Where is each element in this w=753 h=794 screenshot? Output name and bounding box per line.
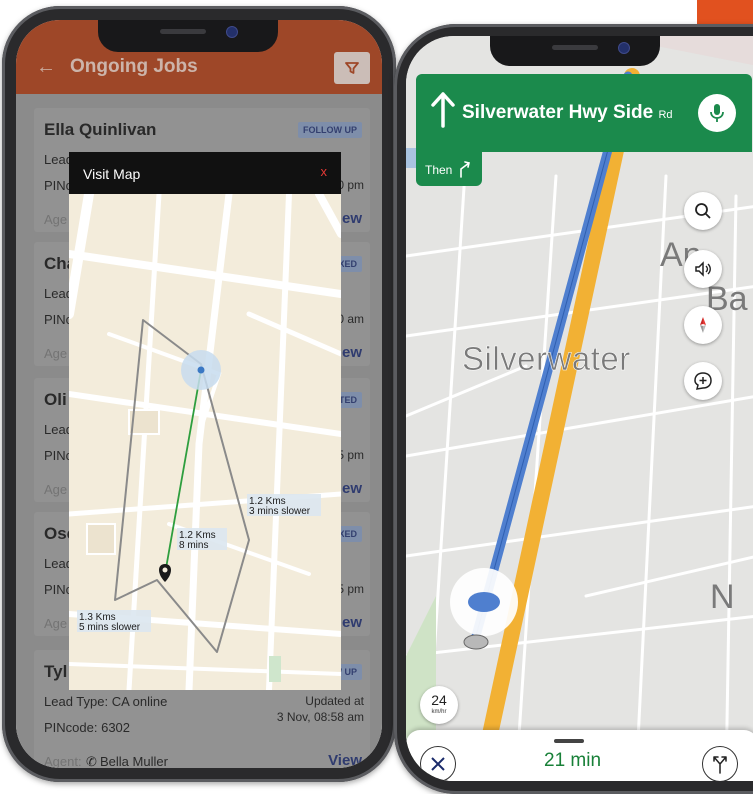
search-icon xyxy=(695,203,711,219)
close-icon xyxy=(431,757,445,771)
eta-time: 21 min xyxy=(544,750,602,771)
route-label-line2: 3 mins slower xyxy=(249,506,311,517)
then-turn-box[interactable]: Then xyxy=(416,152,482,186)
modal-title: Visit Map xyxy=(83,166,141,182)
add-report-icon xyxy=(694,372,712,390)
map-place-label: N xyxy=(710,578,735,616)
compass-icon xyxy=(700,317,706,333)
then-label: Then xyxy=(425,163,453,177)
mic-icon xyxy=(710,104,724,122)
map-canvas: 1.2 Kms 3 mins slower 1.2 Kms 8 mins 1.3… xyxy=(64,189,345,694)
visit-map[interactable]: 1.2 Kms 3 mins slower 1.2 Kms 8 mins 1.3… xyxy=(64,189,345,694)
arrow-up-icon xyxy=(431,92,455,128)
route-label-line2: 8 mins xyxy=(179,540,208,551)
route-label-line2: 5 mins slower xyxy=(79,622,141,633)
left-phone-screen: ← Ongoing Jobs Ella Quinlivan FOLLOW UP … xyxy=(16,20,382,768)
close-button[interactable]: x xyxy=(321,164,328,179)
add-report-button[interactable] xyxy=(684,362,722,400)
right-phone-screen: Silverwater Hwy Side Rd Then An Ba Silve… xyxy=(406,36,753,781)
map-place-label: Silverwater xyxy=(462,340,631,378)
notch xyxy=(98,20,278,52)
next-turn-banner[interactable]: Silverwater Hwy Side Rd xyxy=(416,74,752,152)
left-phone-frame: ← Ongoing Jobs Ella Quinlivan FOLLOW UP … xyxy=(2,6,396,782)
speed-indicator: 24 km/hr xyxy=(420,686,458,724)
modal-header: Visit Map x xyxy=(69,152,341,194)
street-suffix: Rd xyxy=(658,109,673,121)
street-name: Silverwater Hwy Side Rd xyxy=(462,102,673,124)
right-phone-frame: Silverwater Hwy Side Rd Then An Ba Silve… xyxy=(394,24,753,794)
notch xyxy=(490,36,660,66)
drag-handle[interactable] xyxy=(554,739,584,743)
volume-icon xyxy=(695,261,711,277)
trip-summary-sheet[interactable]: 21 min xyxy=(406,730,753,781)
street-name-text: Silverwater Hwy Side xyxy=(462,102,654,123)
mic-button[interactable] xyxy=(698,94,736,132)
compass-button[interactable] xyxy=(684,306,722,344)
visit-map-modal: Visit Map x 1.2 Kms 3 mins slower 1.2 Km… xyxy=(64,152,345,694)
speed-value: 24 xyxy=(431,692,447,708)
sound-button[interactable] xyxy=(684,250,722,288)
turn-right-icon xyxy=(460,161,470,178)
speed-unit: km/hr xyxy=(431,709,447,715)
exit-navigation-button[interactable] xyxy=(420,746,456,781)
alt-routes-icon xyxy=(713,756,727,774)
search-button[interactable] xyxy=(684,192,722,230)
alternate-routes-button[interactable] xyxy=(702,746,738,781)
